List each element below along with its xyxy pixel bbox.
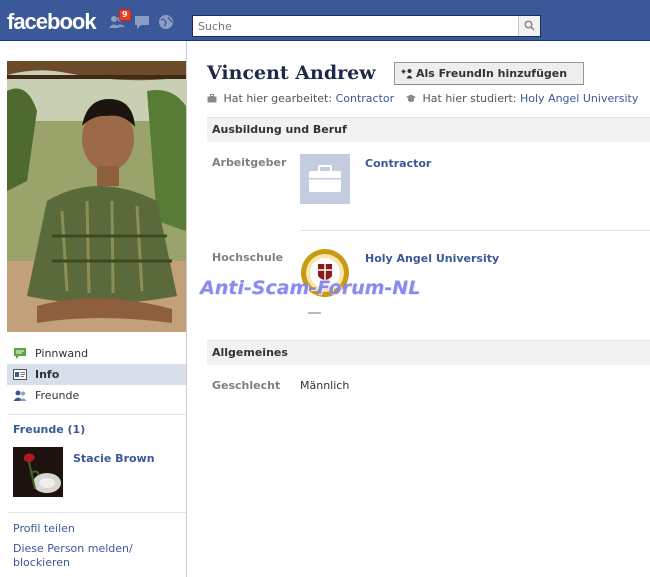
profile-picture[interactable]: [7, 61, 186, 332]
report-person-link-line2[interactable]: blockieren: [13, 556, 70, 569]
friend-name-link[interactable]: Stacie Brown: [73, 452, 155, 465]
left-column: Pinnwand Info Freunde Freunde (1) Stacie…: [0, 41, 187, 577]
search-button[interactable]: [518, 16, 540, 36]
nav-item-wall[interactable]: Pinnwand: [7, 343, 186, 364]
messages-icon[interactable]: [133, 14, 151, 30]
employer-name-link[interactable]: Contractor: [365, 157, 431, 170]
top-bar: facebook 9: [0, 0, 650, 41]
studied-label: Hat hier studiert:: [422, 92, 517, 105]
section-heading-general: Allgemeines: [207, 340, 650, 365]
add-friend-label: Als FreundIn hinzufügen: [416, 67, 568, 80]
divider-dash: [308, 312, 321, 314]
nav-label: Pinnwand: [35, 347, 89, 360]
watermark-text: Anti-Scam-Forum-NL: [200, 277, 421, 299]
graduation-cap-icon: [406, 94, 416, 102]
add-friend-icon: [401, 69, 413, 79]
info-icon: [13, 369, 27, 380]
nav-item-info[interactable]: Info: [7, 364, 186, 385]
worked-label: Hat hier gearbeitet:: [223, 92, 333, 105]
divider: [7, 414, 186, 415]
worked-at-line: Hat hier gearbeitet: Contractor: [207, 92, 394, 105]
friends-heading[interactable]: Freunde (1): [13, 423, 85, 436]
wall-icon: [14, 348, 26, 359]
section-heading-education: Ausbildung und Beruf: [207, 117, 650, 142]
nav-label: Freunde: [35, 389, 80, 402]
notification-badge[interactable]: 9: [119, 9, 131, 21]
studied-link[interactable]: Holy Angel University: [520, 92, 638, 105]
nav-label: Info: [35, 368, 60, 381]
briefcase-icon: [207, 94, 217, 103]
search-box: [192, 15, 541, 37]
school-name-link[interactable]: Holy Angel University: [365, 252, 499, 265]
friend-avatar[interactable]: [13, 447, 63, 497]
gender-value: Männlich: [300, 379, 350, 392]
nav-item-friends[interactable]: Freunde: [7, 385, 186, 406]
worked-link[interactable]: Contractor: [336, 92, 395, 105]
divider: [7, 512, 186, 513]
friends-icon: [13, 390, 27, 401]
studied-at-line: Hat hier studiert: Holy Angel University: [406, 92, 638, 105]
divider: [300, 230, 650, 231]
briefcase-placeholder-icon: [300, 154, 350, 204]
search-icon: [524, 20, 535, 31]
school-label: Hochschule: [212, 251, 284, 264]
gender-label: Geschlecht: [212, 379, 281, 392]
profile-name: Vincent Andrew: [207, 62, 376, 84]
report-person-link[interactable]: Diese Person melden/: [13, 542, 133, 555]
facebook-logo[interactable]: facebook: [7, 9, 97, 35]
employer-label: Arbeitgeber: [212, 156, 287, 169]
share-profile-link[interactable]: Profil teilen: [13, 522, 75, 535]
add-friend-button[interactable]: Als FreundIn hinzufügen: [394, 62, 584, 85]
employer-picture[interactable]: [300, 154, 350, 204]
profile-nav: Pinnwand Info Freunde: [7, 343, 186, 406]
notifications-globe-icon[interactable]: [157, 14, 175, 30]
search-input[interactable]: [193, 16, 518, 36]
